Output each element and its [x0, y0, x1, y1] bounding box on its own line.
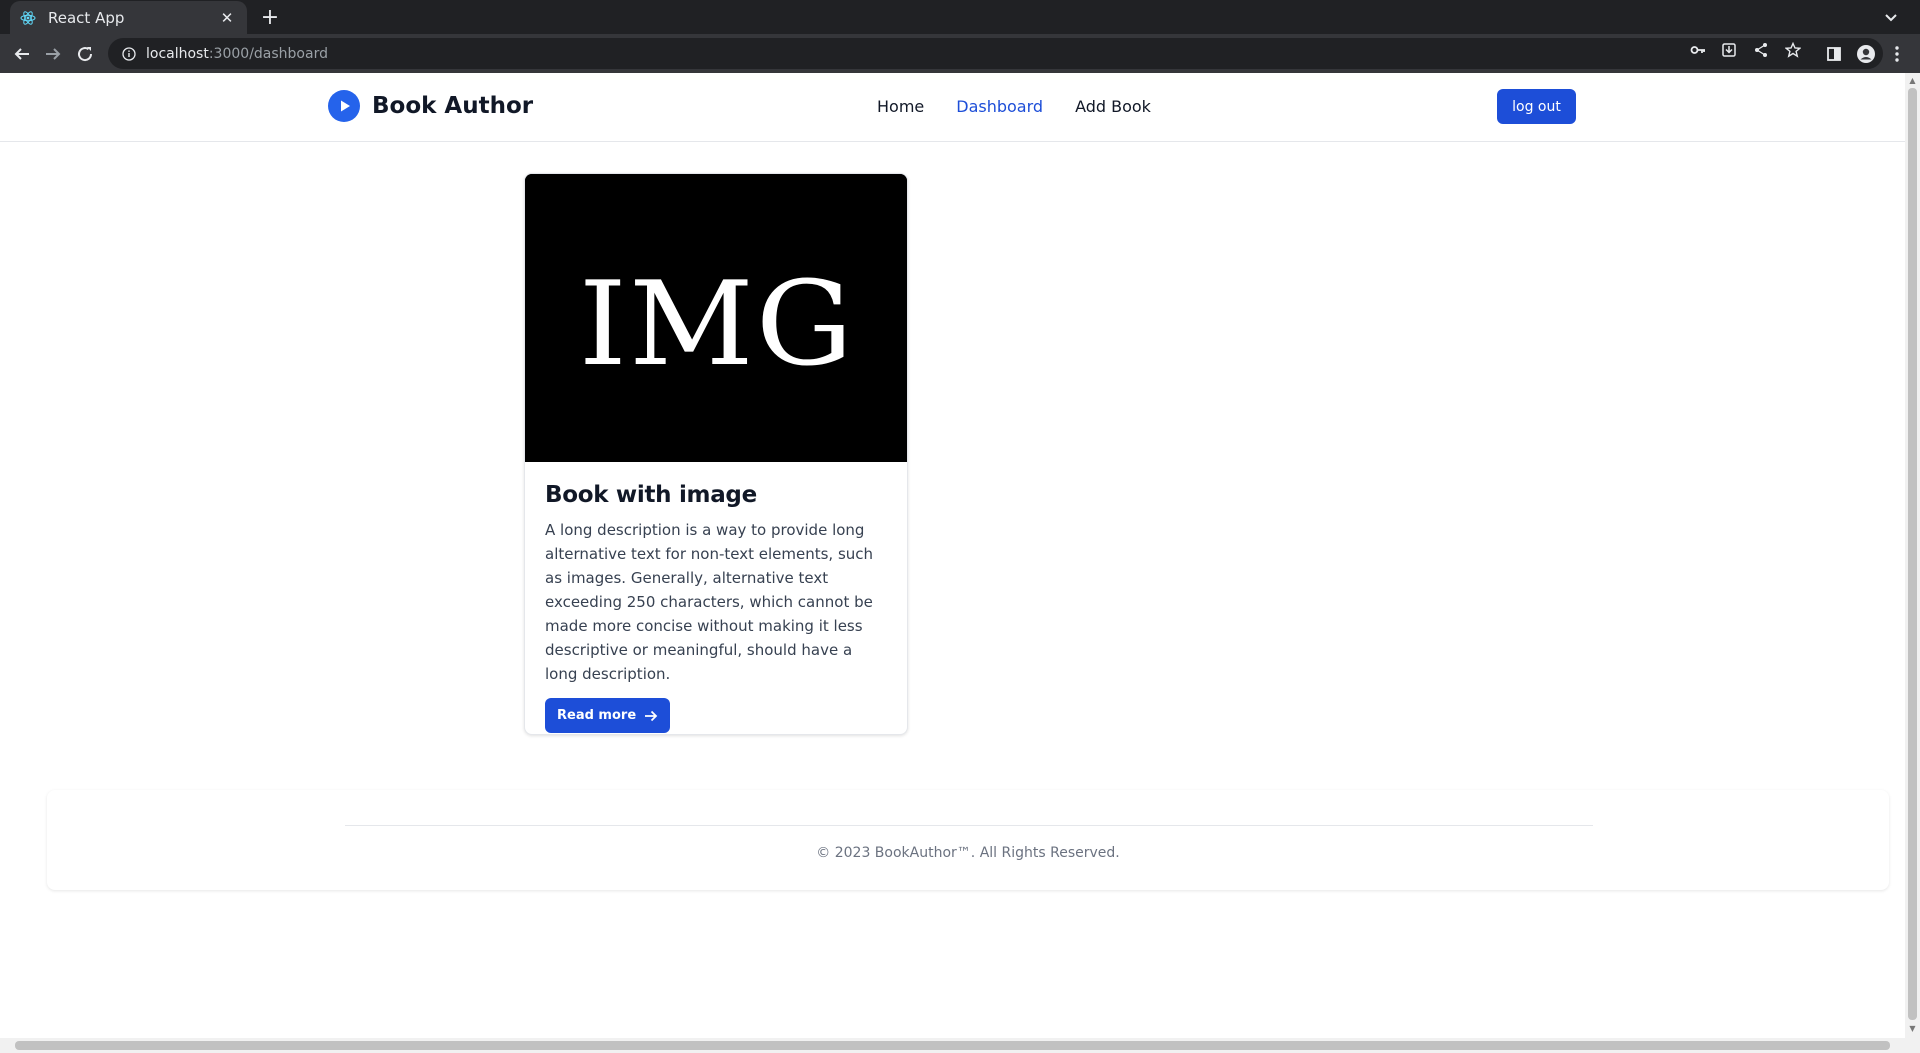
read-more-button[interactable]: Read more [545, 698, 671, 733]
page-viewport: Book Author Home Dashboard Add Book log … [0, 73, 1905, 1038]
close-icon[interactable]: ✕ [217, 8, 237, 28]
back-icon[interactable] [9, 41, 35, 67]
vertical-scrollbar[interactable]: ▲ ▼ [1905, 73, 1920, 1038]
browser-tab[interactable]: React App ✕ [10, 1, 247, 34]
vertical-scroll-thumb[interactable] [1908, 88, 1917, 1020]
install-icon[interactable] [1719, 40, 1739, 60]
nav-home[interactable]: Home [877, 97, 924, 116]
book-card-body: Book with image A long description is a … [525, 462, 907, 734]
key-icon[interactable] [1688, 40, 1708, 60]
menu-icon[interactable] [1884, 41, 1910, 67]
arrow-right-icon [644, 709, 658, 723]
scroll-up-icon[interactable]: ▲ [1908, 76, 1917, 86]
address-bar[interactable]: localhost:3000/dashboard [108, 38, 1883, 69]
browser-toolbar: localhost:3000/dashboard [0, 34, 1920, 73]
nav-links: Home Dashboard Add Book [877, 97, 1183, 116]
footer: © 2023 BookAuthor™. All Rights Reserved. [47, 790, 1889, 890]
brand-link[interactable]: Book Author [328, 90, 533, 122]
book-description: A long description is a way to provide l… [545, 521, 874, 683]
share-icon[interactable] [1751, 40, 1771, 60]
star-icon[interactable] [1783, 40, 1803, 60]
new-tab-icon[interactable]: + [258, 5, 282, 30]
play-logo-icon [328, 90, 360, 122]
horizontal-scrollbar[interactable] [0, 1038, 1920, 1053]
profile-icon[interactable] [1853, 41, 1879, 67]
cover-image-label: IMG [579, 258, 855, 393]
forward-icon[interactable] [40, 41, 66, 67]
react-icon [20, 10, 36, 26]
horizontal-scroll-thumb[interactable] [15, 1041, 1890, 1050]
read-more-label: Read more [557, 708, 637, 723]
url-path: :3000/dashboard [208, 45, 328, 62]
navbar: Book Author Home Dashboard Add Book log … [0, 73, 1905, 142]
browser-tab-strip: React App ✕ + [0, 0, 1920, 34]
book-title: Book with image [545, 482, 757, 508]
chevron-down-icon[interactable] [1880, 6, 1902, 28]
tab-title: React App [48, 8, 125, 27]
info-icon[interactable] [120, 45, 138, 63]
nav-add-book[interactable]: Add Book [1075, 97, 1151, 116]
scroll-down-icon[interactable]: ▼ [1908, 1024, 1917, 1034]
brand-name: Book Author [372, 93, 534, 119]
footer-copyright: © 2023 BookAuthor™. All Rights Reserved. [816, 845, 1120, 861]
url-host: localhost [146, 45, 209, 62]
book-card: IMG Book with image A long description i… [524, 173, 908, 735]
footer-divider [345, 825, 1593, 826]
logout-button[interactable]: log out [1497, 89, 1576, 124]
reload-icon[interactable] [72, 41, 98, 67]
sidepanel-icon[interactable] [1821, 41, 1847, 67]
book-cover-image: IMG [525, 174, 907, 462]
nav-dashboard[interactable]: Dashboard [956, 97, 1043, 116]
